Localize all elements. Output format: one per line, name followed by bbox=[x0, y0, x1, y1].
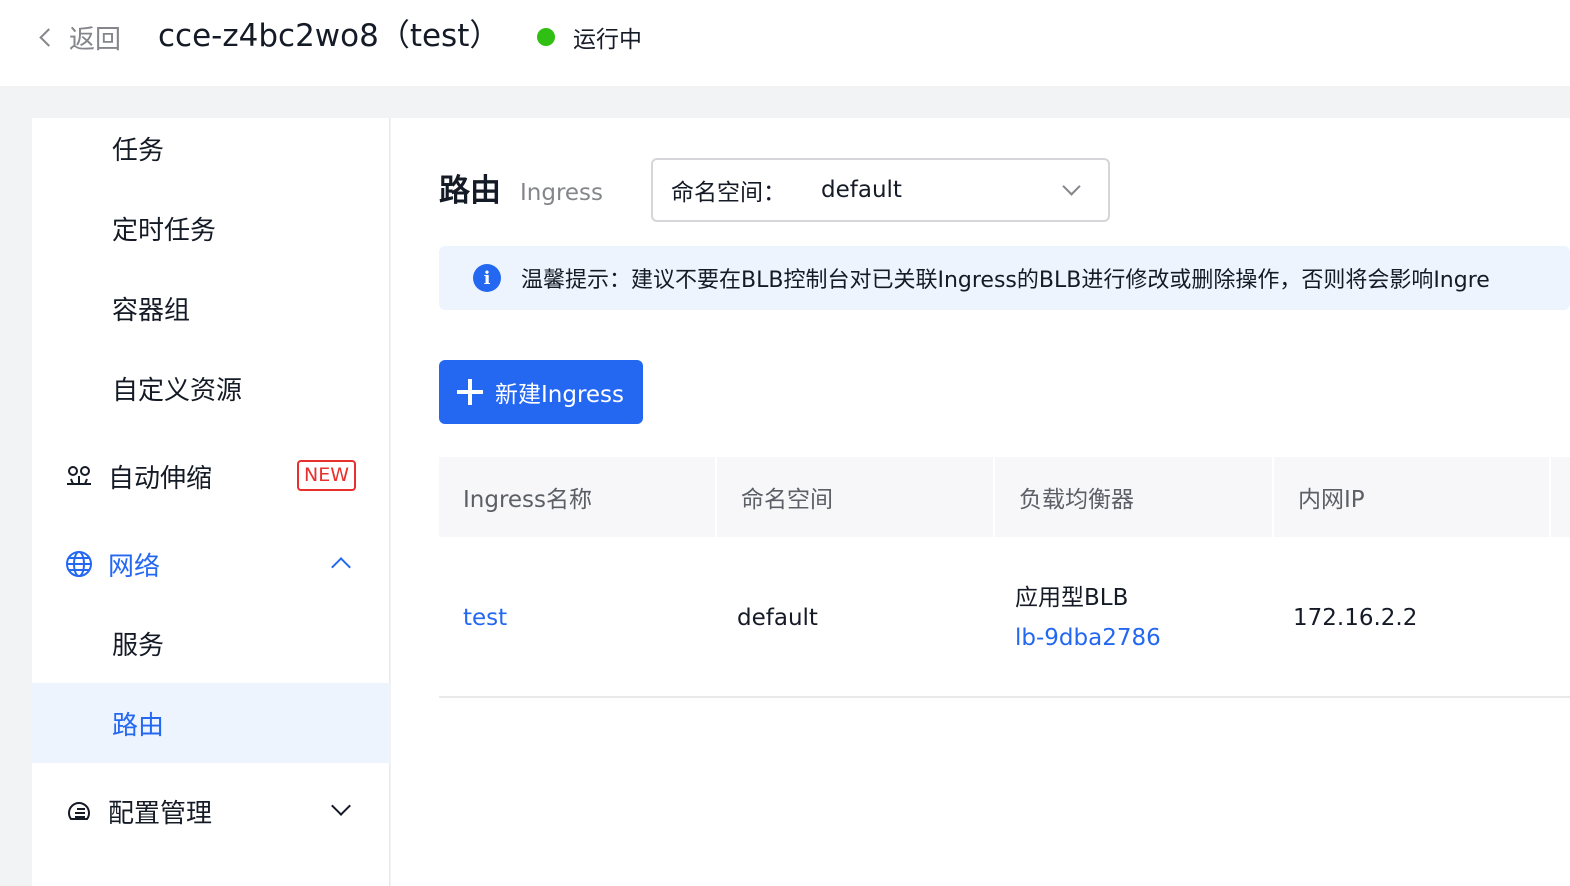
sidebar-item-custom-resources[interactable]: 自定义资源 bbox=[32, 348, 390, 428]
globe-icon bbox=[64, 549, 94, 579]
sidebar-item-label: 任务 bbox=[112, 135, 165, 166]
plus-icon bbox=[457, 379, 483, 405]
sidebar-item-label: 容器组 bbox=[112, 295, 191, 326]
namespace-select-value: default bbox=[821, 177, 902, 203]
sidebar-item-label: 定时任务 bbox=[112, 215, 217, 246]
sidebar-item-label: 路由 bbox=[112, 710, 165, 741]
column-header-load-balancer: 负载均衡器 bbox=[995, 457, 1274, 537]
page-title: 路由 bbox=[439, 173, 501, 209]
sidebar-item-label: 服务 bbox=[112, 630, 165, 661]
column-header-name: Ingress名称 bbox=[439, 457, 717, 537]
cell-load-balancer: 应用型BLB lb-9dba2786 bbox=[991, 537, 1270, 698]
sidebar-item-pods[interactable]: 容器组 bbox=[32, 268, 390, 348]
new-badge: NEW bbox=[297, 460, 357, 491]
table-row: test default 应用型BLB lb-9dba2786 172.16.2… bbox=[439, 537, 1570, 698]
status-text: 运行中 bbox=[573, 27, 642, 53]
chevron-up-icon bbox=[331, 557, 351, 577]
cluster-status: 运行中 bbox=[537, 20, 642, 54]
status-dot-icon bbox=[537, 28, 555, 46]
ingress-name-link[interactable]: test bbox=[463, 598, 717, 638]
lb-type: 应用型BLB bbox=[1015, 584, 1129, 611]
sidebar: 任务 定时任务 容器组 自定义资源 自动伸缩 NEW 网络 服务 路由 配置管理 bbox=[32, 118, 390, 886]
sidebar-item-label: 自动伸缩 bbox=[108, 463, 213, 494]
namespace-select-label: 命名空间： bbox=[671, 180, 786, 206]
sidebar-item-services[interactable]: 服务 bbox=[32, 603, 390, 683]
chevron-down-icon bbox=[1062, 177, 1081, 196]
tip-label: 温馨提示： bbox=[521, 268, 632, 293]
namespace-select[interactable]: 命名空间： default bbox=[651, 158, 1110, 222]
column-header-namespace: 命名空间 bbox=[717, 457, 995, 537]
sidebar-group-network[interactable]: 网络 bbox=[32, 524, 390, 604]
internal-ip-value: 172.16.2.2 bbox=[1293, 604, 1418, 631]
tip-text: 建议不要在BLB控制台对已关联Ingress的BLB进行修改或删除操作，否则将会… bbox=[631, 268, 1490, 293]
main-content: 路由 Ingress 命名空间： default i 温馨提示： 建议不要在BL… bbox=[391, 118, 1570, 886]
cell-namespace: default bbox=[713, 537, 991, 698]
lb-id-link[interactable]: lb-9dba2786 bbox=[1015, 618, 1270, 658]
ingress-table: Ingress名称 命名空间 负载均衡器 内网IP test default 应… bbox=[439, 457, 1570, 698]
sidebar-item-label: 自定义资源 bbox=[112, 375, 243, 406]
cell-name: test bbox=[439, 537, 717, 698]
page-subtitle: Ingress bbox=[520, 180, 604, 206]
sidebar-item-label: 配置管理 bbox=[108, 798, 213, 829]
chevron-left-icon bbox=[39, 27, 58, 47]
chevron-down-icon bbox=[331, 796, 351, 816]
sidebar-item-label: 网络 bbox=[108, 551, 161, 582]
sidebar-group-config[interactable]: 配置管理 bbox=[32, 771, 390, 851]
autoscale-icon bbox=[64, 461, 94, 491]
sidebar-item-cronjobs[interactable]: 定时任务 bbox=[32, 188, 390, 268]
sidebar-item-jobs[interactable]: 任务 bbox=[32, 108, 390, 188]
tip-banner: i 温馨提示： 建议不要在BLB控制台对已关联Ingress的BLB进行修改或删… bbox=[439, 246, 1570, 310]
create-ingress-button[interactable]: 新建Ingress bbox=[439, 360, 643, 424]
sidebar-group-autoscaling[interactable]: 自动伸缩 NEW bbox=[32, 436, 390, 516]
info-icon: i bbox=[473, 264, 501, 292]
top-bar: 返回 cce-z4bc2wo8（test） 运行中 bbox=[0, 0, 1570, 86]
cluster-title: cce-z4bc2wo8（test） bbox=[158, 18, 501, 54]
table-header: Ingress名称 命名空间 负载均衡器 内网IP bbox=[439, 457, 1570, 537]
sidebar-item-ingress[interactable]: 路由 bbox=[32, 683, 390, 763]
back-label: 返回 bbox=[69, 24, 122, 55]
namespace-value: default bbox=[737, 604, 818, 631]
column-header-internal-ip: 内网IP bbox=[1274, 457, 1551, 537]
back-button[interactable]: 返回 bbox=[36, 18, 121, 56]
config-icon bbox=[64, 796, 94, 826]
cell-internal-ip: 172.16.2.2 bbox=[1269, 537, 1546, 698]
create-ingress-label: 新建Ingress bbox=[495, 382, 625, 408]
